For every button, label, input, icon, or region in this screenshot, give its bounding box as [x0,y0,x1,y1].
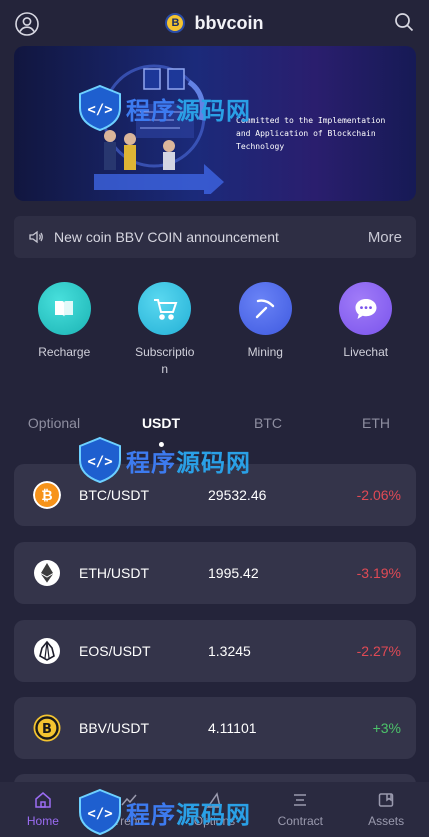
nav-label: Assets [368,814,405,828]
banner-line: Committed to the Implementation [236,116,386,125]
eth-coin-icon [34,560,60,586]
cart-icon[interactable] [138,282,192,335]
tab-btc[interactable]: BTC [254,415,282,431]
user-profile-icon[interactable] [15,12,39,36]
brand: B bbvcoin [165,12,264,34]
trend-icon [121,794,137,806]
banner-line: Technology [236,142,285,151]
pair-name: EOS/USDT [79,643,151,659]
quick-actions: Recharge Subscription Mining Livechat [14,282,416,378]
nav-label: Contract [277,814,323,828]
options-icon [207,792,222,808]
more-link[interactable]: More [368,229,402,246]
svg-text:B: B [42,722,52,737]
banner-line: and Application of Blockchain [236,129,376,138]
price: 1.3245 [208,643,251,659]
mining-action[interactable]: Mining [215,282,315,378]
change-percent: -2.27% [356,643,401,659]
nav-label: Trend [113,814,145,828]
wallet-icon [378,793,394,807]
market-row-btc[interactable]: ₿ BTC/USDT 29532.46 -2.06% [14,464,416,526]
nav-options[interactable]: Options [174,791,254,828]
livechat-action[interactable]: Livechat [316,282,416,378]
active-tab-indicator [158,442,164,447]
nav-home[interactable]: Home [3,791,83,828]
pair-name: BBV/USDT [79,720,150,736]
eos-coin-icon [34,638,60,664]
bottom-navigation: Home Trend Options Contract Assets [0,782,429,837]
change-percent: +3% [372,720,401,736]
action-label: Subscription [135,345,195,376]
market-row-eth[interactable]: ETH/USDT 1995.42 -3.19% [14,542,416,604]
blockchain-illustration-icon [94,64,224,194]
tab-label: USDT [141,415,181,431]
brand-logo-icon: B [165,13,186,33]
home-icon [35,792,51,808]
promo-banner[interactable]: Committed to the Implementation and Appl… [14,46,416,201]
market-tabs: Optional USDT BTC ETH [0,415,429,455]
action-label: Recharge [38,345,91,359]
pickaxe-icon[interactable] [238,282,292,335]
nav-label: Home [26,814,59,828]
app-title: bbvcoin [194,12,264,33]
announcement-bar[interactable]: New coin BBV COIN announcement More [14,216,416,258]
change-percent: -3.19% [356,565,401,581]
banner-caption: Committed to the Implementation and Appl… [236,114,406,153]
pair-name: BTC/USDT [79,487,149,503]
nav-label: Options [193,814,236,828]
speaker-icon [29,230,43,244]
price: 1995.42 [208,565,259,581]
nav-contract[interactable]: Contract [260,791,340,828]
app-header: B bbvcoin [0,0,429,46]
market-row-eos[interactable]: EOS/USDT 1.3245 -2.27% [14,620,416,682]
tab-optional[interactable]: Optional [28,415,80,431]
market-row-bbv[interactable]: B BBV/USDT 4.11101 +3% [14,697,416,759]
tab-eth[interactable]: ETH [362,415,390,431]
tab-usdt[interactable]: USDT [141,415,181,447]
price: 4.11101 [208,720,257,736]
chat-icon[interactable] [339,282,393,335]
change-percent: -2.06% [356,487,401,503]
svg-text:₿: ₿ [41,488,52,504]
subscription-action[interactable]: Subscription [115,282,215,378]
price: 29532.46 [208,487,267,503]
pair-name: ETH/USDT [79,565,149,581]
book-icon[interactable] [37,282,91,335]
action-label: Livechat [343,345,389,359]
announcement-text[interactable]: New coin BBV COIN announcement [54,229,368,245]
search-icon[interactable] [394,12,414,32]
action-label: Mining [247,345,283,359]
nav-assets[interactable]: Assets [346,791,426,828]
contract-icon [294,794,307,806]
btc-coin-icon: ₿ [33,481,61,509]
bbv-coin-icon: B [33,714,61,742]
nav-trend[interactable]: Trend [89,791,169,828]
recharge-action[interactable]: Recharge [14,282,114,378]
